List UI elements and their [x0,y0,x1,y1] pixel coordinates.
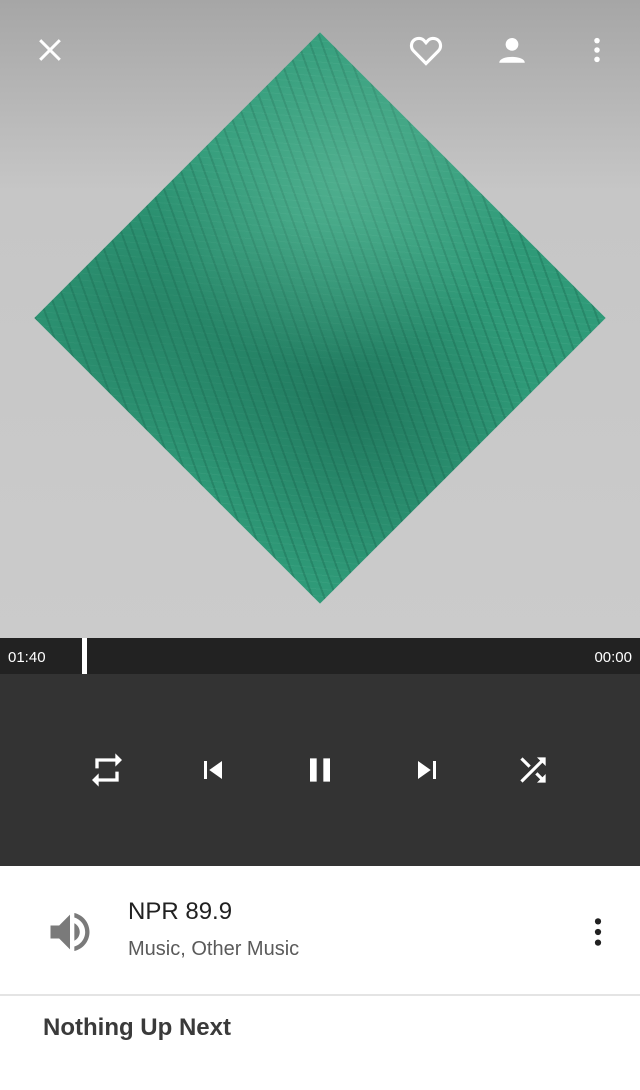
station-genre: Music, Other Music [128,938,300,960]
seek-bar[interactable]: 01:40 00:00 [0,638,640,674]
pause-icon[interactable] [296,746,344,794]
up-next-label: Nothing Up Next [43,1014,231,1041]
more-vert-icon[interactable] [575,28,619,72]
station-name: NPR 89.9 [128,898,233,925]
skip-previous-icon[interactable] [189,746,237,794]
volume-icon [44,906,96,958]
seek-thumb[interactable] [82,638,87,674]
album-art-diamond [34,32,606,604]
playback-controls [0,674,640,866]
now-playing-station[interactable]: NPR 89.9 Music, Other Music [0,866,640,996]
heart-outline-icon[interactable] [404,28,448,72]
repeat-icon[interactable] [83,746,131,794]
person-icon[interactable] [490,28,534,72]
elapsed-time: 01:40 [8,649,46,666]
skip-next-icon[interactable] [403,746,451,794]
album-art-area [0,0,640,640]
more-vert-icon[interactable] [576,910,620,954]
close-icon[interactable] [28,28,72,72]
remaining-time: 00:00 [594,649,632,666]
shuffle-icon[interactable] [509,746,557,794]
